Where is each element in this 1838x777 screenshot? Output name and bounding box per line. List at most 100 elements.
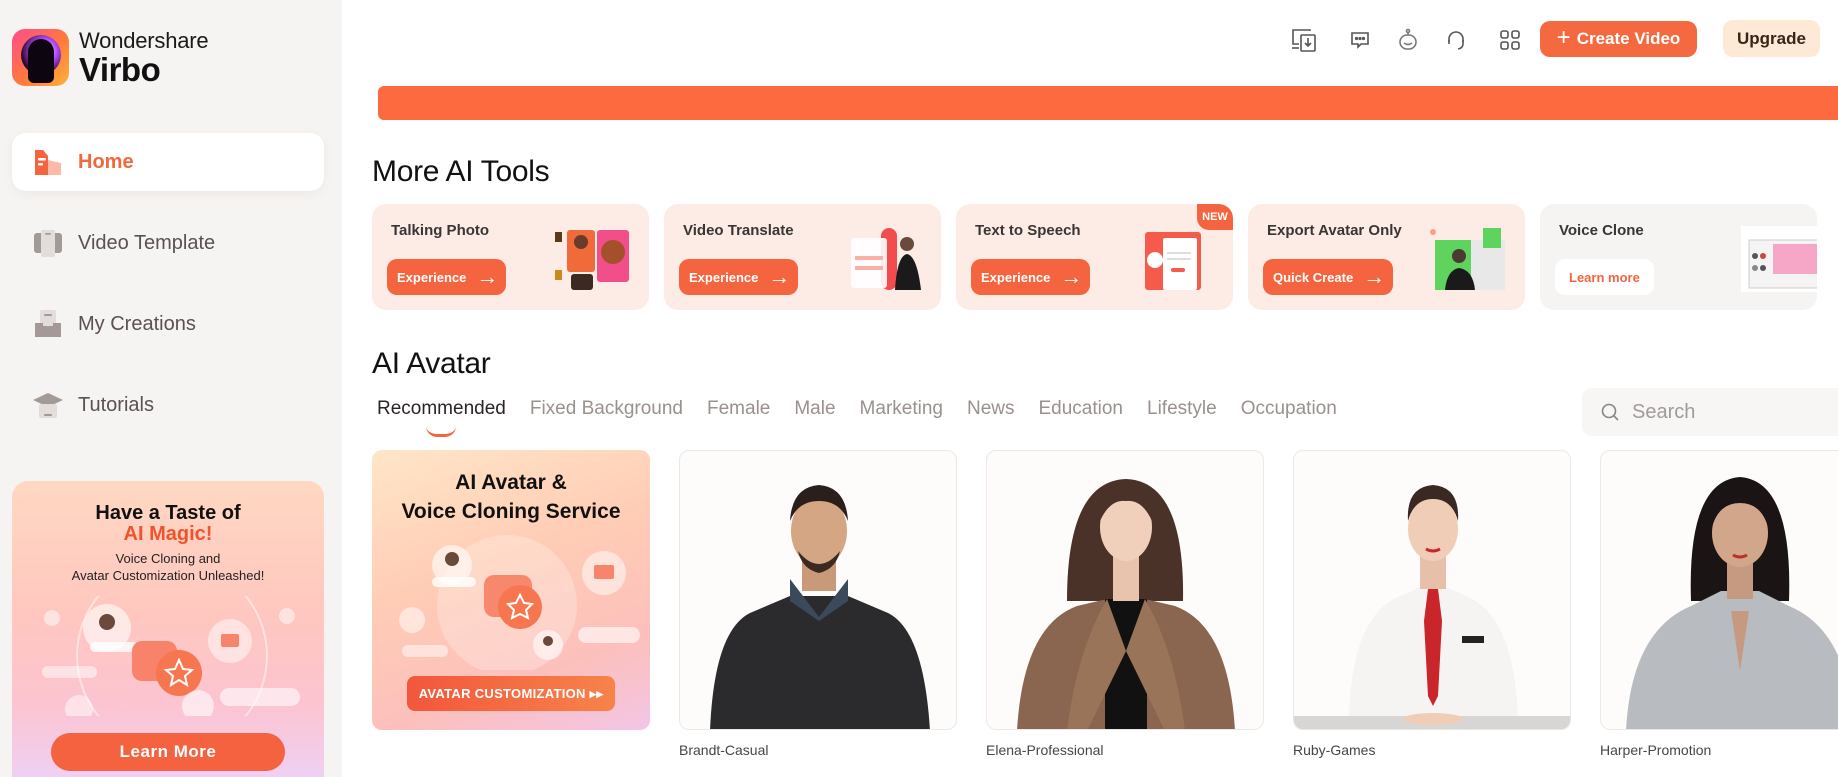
tool-card-voice-clone[interactable]: Voice Clone Learn more <box>1540 204 1817 310</box>
ai-tools-row: Talking Photo Experience → Video Transla… <box>372 204 1817 310</box>
tab-male[interactable]: Male <box>794 398 835 420</box>
download-device-icon[interactable] <box>1290 26 1318 54</box>
tab-female[interactable]: Female <box>707 398 770 420</box>
upgrade-button[interactable]: Upgrade <box>1723 20 1820 57</box>
plus-icon: + <box>1556 23 1571 51</box>
tool-button-label: Quick Create <box>1273 269 1354 285</box>
create-video-label: Create Video <box>1576 29 1681 48</box>
tool-button-label: Experience <box>981 269 1051 285</box>
avatar-card[interactable]: Ruby-Games <box>1293 450 1571 758</box>
quick-create-button[interactable]: Quick Create → <box>1263 259 1394 295</box>
avatar-card[interactable]: Elena-Professional <box>986 450 1264 758</box>
promo-subtitle-line: Voice Cloning and <box>115 551 221 566</box>
avatar-customization-button[interactable]: AVATAR CUSTOMIZATION ▸▸ <box>407 676 615 711</box>
arrow-right-icon: → <box>1060 264 1083 289</box>
sidebar-item-label: Tutorials <box>78 393 154 416</box>
sidebar-item-my-creations[interactable]: My Creations <box>12 295 324 353</box>
avatar-name: Brandt-Casual <box>679 742 769 758</box>
topbar-icons <box>1290 26 1540 54</box>
brand-name-top: Wondershare <box>79 27 209 53</box>
sidebar-item-label: Video Template <box>78 231 216 254</box>
brand-logo[interactable]: Wondershare Virbo <box>12 27 209 88</box>
tool-card-talking-photo[interactable]: Talking Photo Experience → <box>372 204 649 310</box>
sidebar-item-label: Home <box>78 150 134 173</box>
arrow-right-icon: → <box>1363 264 1386 289</box>
promo-banner[interactable] <box>378 86 1838 120</box>
tab-fixed-background[interactable]: Fixed Background <box>530 398 683 420</box>
sidebar-item-label: My Creations <box>78 312 196 335</box>
experience-button[interactable]: Experience → <box>679 259 799 295</box>
promo-illustration <box>42 596 300 716</box>
tool-name: Export Avatar Only <box>1267 222 1402 239</box>
arrow-right-icon: → <box>768 264 791 289</box>
search-icon <box>1601 403 1619 421</box>
promo-subtitle: Voice Cloning and Avatar Customization U… <box>12 550 324 584</box>
arrow-right-icon: → <box>476 264 499 289</box>
my-creations-icon <box>32 308 64 340</box>
tool-card-video-translate[interactable]: Video Translate Experience → <box>664 204 941 310</box>
tool-card-export-avatar-only[interactable]: Export Avatar Only Quick Create → <box>1248 204 1525 310</box>
headset-icon[interactable] <box>1442 26 1470 54</box>
avatar-card[interactable]: Harper-Promotion <box>1600 450 1838 758</box>
tab-education[interactable]: Education <box>1038 398 1123 420</box>
virbo-logo-icon <box>12 29 69 86</box>
sidebar: Wondershare Virbo Home Video Template My… <box>0 0 342 777</box>
learn-more-link-button[interactable]: Learn more <box>1555 259 1654 295</box>
sidebar-item-tutorials[interactable]: Tutorials <box>12 376 324 434</box>
main-content: + Create Video Upgrade More AI Tools Tal… <box>342 0 1838 777</box>
experience-button[interactable]: Experience → <box>387 259 507 295</box>
brand-name-bottom: Virbo <box>79 50 161 88</box>
ai-avatar-title: AI Avatar <box>372 347 491 380</box>
avatar-image <box>1600 450 1838 730</box>
tool-card-text-to-speech[interactable]: Text to Speech Experience → NEW <box>956 204 1233 310</box>
tab-marketing[interactable]: Marketing <box>860 398 943 420</box>
tool-name: Talking Photo <box>391 222 490 239</box>
avatar-category-tabs: Recommended Fixed Background Female Male… <box>377 398 1337 437</box>
experience-button[interactable]: Experience → <box>971 259 1091 295</box>
tab-occupation[interactable]: Occupation <box>1241 398 1337 420</box>
tab-lifestyle[interactable]: Lifestyle <box>1147 398 1217 420</box>
sidebar-nav: Home Video Template My Creations Tutoria… <box>12 133 324 457</box>
talking-photo-thumbnail <box>555 230 629 290</box>
avatar-name: Harper-Promotion <box>1600 742 1712 758</box>
promo-card-title: AI Avatar & Voice Cloning Service <box>372 468 650 526</box>
tool-name: Video Translate <box>683 222 794 239</box>
sidebar-item-video-template[interactable]: Video Template <box>12 214 324 272</box>
promo-title: Have a Taste of <box>95 502 241 524</box>
avatar-customization-promo[interactable]: AI Avatar & Voice Cloning Service AVATAR… <box>372 450 650 758</box>
voice-clone-thumbnail <box>1741 226 1817 292</box>
promo-card-title-line: Voice Cloning Service <box>401 500 621 523</box>
export-avatar-thumbnail <box>1430 228 1505 290</box>
tool-button-label: Experience <box>397 269 467 285</box>
ai-magic-promo[interactable]: Have a Taste of AI Magic! Voice Cloning … <box>12 481 324 777</box>
promo-title-highlight: AI Magic! <box>123 523 213 545</box>
apps-grid-icon[interactable] <box>1496 26 1524 54</box>
avatar-grid: AI Avatar & Voice Cloning Service AVATAR… <box>372 450 1838 758</box>
avatar-image <box>986 450 1264 730</box>
more-ai-tools-title: More AI Tools <box>372 155 550 188</box>
chat-icon[interactable] <box>1346 26 1374 54</box>
sidebar-item-home[interactable]: Home <box>12 133 324 191</box>
avatar-name: Elena-Professional <box>986 742 1104 758</box>
robot-icon[interactable] <box>1394 26 1422 54</box>
avatar-image <box>1293 450 1571 730</box>
avatar-name: Ruby-Games <box>1293 742 1376 758</box>
avatar-card[interactable]: Brandt-Casual <box>679 450 957 758</box>
search-input[interactable] <box>1632 400 1832 424</box>
new-badge: NEW <box>1197 204 1233 230</box>
video-template-icon <box>32 227 64 259</box>
graduation-cap-icon <box>32 389 64 421</box>
tool-button-label: Experience <box>689 269 759 285</box>
learn-more-button[interactable]: Learn More <box>51 733 285 771</box>
tool-name: Text to Speech <box>975 222 1081 239</box>
promo-card-title-line: AI Avatar & <box>455 471 567 494</box>
tab-news[interactable]: News <box>967 398 1015 420</box>
text-to-speech-thumbnail <box>1145 232 1201 290</box>
tab-recommended[interactable]: Recommended <box>377 398 506 437</box>
avatar-search[interactable] <box>1582 388 1838 436</box>
create-video-button[interactable]: + Create Video <box>1540 21 1697 57</box>
app-window: Wondershare Virbo Home Video Template My… <box>0 0 1838 777</box>
home-icon <box>32 146 64 178</box>
avatar-image <box>679 450 957 730</box>
tool-name: Voice Clone <box>1559 222 1644 239</box>
